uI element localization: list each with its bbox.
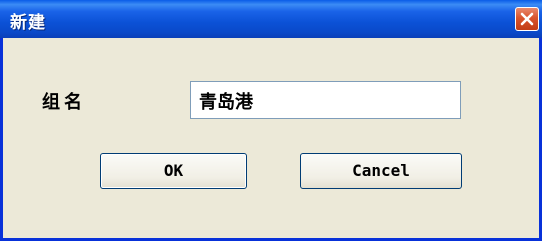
new-group-dialog: 新建 组名 青岛港 OK Cancel [0,0,542,241]
title-bar[interactable]: 新建 [0,0,542,38]
close-icon [520,12,534,26]
cancel-button[interactable]: Cancel [300,153,462,189]
group-name-input[interactable]: 青岛港 [190,81,461,119]
dialog-title: 新建 [10,13,46,33]
dialog-body: 组名 青岛港 OK Cancel [3,38,539,238]
close-button[interactable] [515,7,539,31]
ok-button[interactable]: OK [100,153,247,189]
group-name-label: 组名 [42,92,86,113]
